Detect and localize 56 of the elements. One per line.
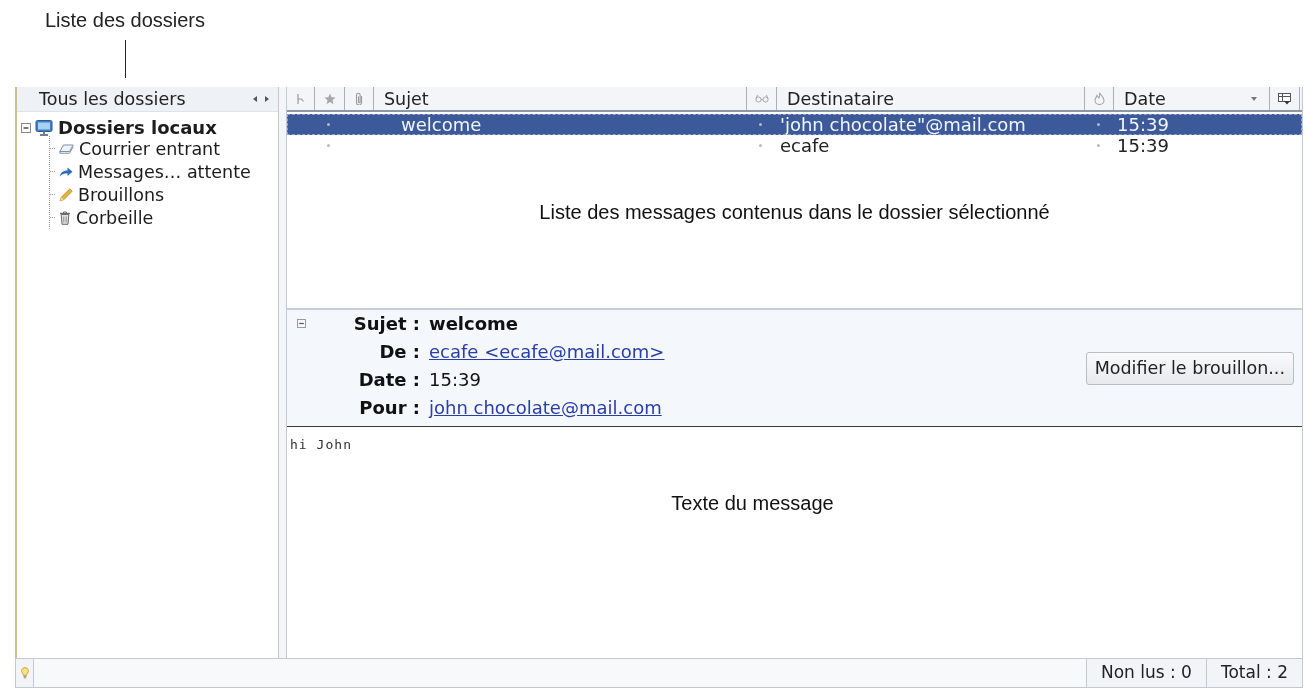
folder-label[interactable]: Brouillons <box>77 183 166 206</box>
column-label: Destinataire <box>787 87 894 110</box>
flame-icon <box>1093 92 1105 105</box>
dot-icon <box>759 144 762 147</box>
callout-label: Liste des dossiers <box>44 8 206 32</box>
email-link[interactable]: john chocolate@mail.com <box>429 394 662 422</box>
field-label: Date : <box>357 368 420 392</box>
field-value: 15:39 <box>429 368 481 392</box>
scroll-left-icon[interactable] <box>253 96 257 102</box>
column-header[interactable]: Sujet <box>374 87 747 110</box>
column-label: Date <box>1124 87 1166 110</box>
dot-icon <box>759 123 762 126</box>
paperclip-icon <box>355 92 363 105</box>
message-row[interactable]: ecafe 15:39 <box>287 135 1302 156</box>
message-text: hi John <box>290 437 353 453</box>
recipient-text: 'john chocolate"@mail.com <box>780 114 1026 135</box>
arrow-icon <box>59 166 73 177</box>
field-label: Pour : <box>358 396 420 420</box>
email-link[interactable]: ecafe <ecafe@mail.com> <box>429 338 665 366</box>
column-label: Sujet <box>384 87 429 110</box>
glasses-icon <box>754 94 769 103</box>
column-header[interactable]: Destinataire <box>777 87 1085 110</box>
column-header[interactable]: Date <box>1114 87 1270 110</box>
field-value: welcome <box>429 312 518 336</box>
computer-icon <box>35 119 53 136</box>
recipient-text: ecafe <box>780 135 830 156</box>
pencil-icon <box>59 187 73 202</box>
collapse-icon[interactable] <box>297 319 306 328</box>
annotation-label: Liste des messages contenus dans le dossier sélectionné <box>539 200 1050 224</box>
field-label: De : <box>378 340 420 364</box>
scroll-right-icon[interactable] <box>265 96 269 102</box>
annotation-label: Texte du message <box>671 491 834 515</box>
edit-draft-button[interactable]: Modifier le brouillon... <box>1085 351 1294 385</box>
date-text: 15:39 <box>1117 135 1169 156</box>
thread-icon <box>296 92 305 105</box>
star-icon <box>323 92 336 105</box>
date-text: 15:39 <box>1117 114 1169 135</box>
splitter-handle[interactable] <box>278 87 287 658</box>
dot-icon <box>1097 123 1100 126</box>
folder-label[interactable]: Messages… attente <box>77 160 252 183</box>
tray-icon <box>59 143 74 154</box>
pane-title: Tous les dossiers <box>39 88 186 110</box>
folder-label[interactable]: Corbeille <box>75 206 155 229</box>
sort-arrow-icon <box>1251 96 1257 101</box>
collapse-icon[interactable] <box>21 122 31 133</box>
callout-line <box>124 40 126 78</box>
dot-icon <box>1097 144 1100 147</box>
message-row[interactable]: welcome 'john chocolate"@mail.com 15:39 <box>287 114 1302 135</box>
folder-label[interactable]: Dossiers locaux <box>57 116 218 139</box>
dot-icon <box>327 123 330 126</box>
folder-label[interactable]: Courrier entrant <box>78 137 222 160</box>
dot-icon <box>327 144 330 147</box>
field-label: Sujet : <box>352 312 420 336</box>
column-picker-icon <box>1278 92 1291 105</box>
subject-text: welcome <box>401 114 482 135</box>
trash-icon <box>59 210 71 225</box>
